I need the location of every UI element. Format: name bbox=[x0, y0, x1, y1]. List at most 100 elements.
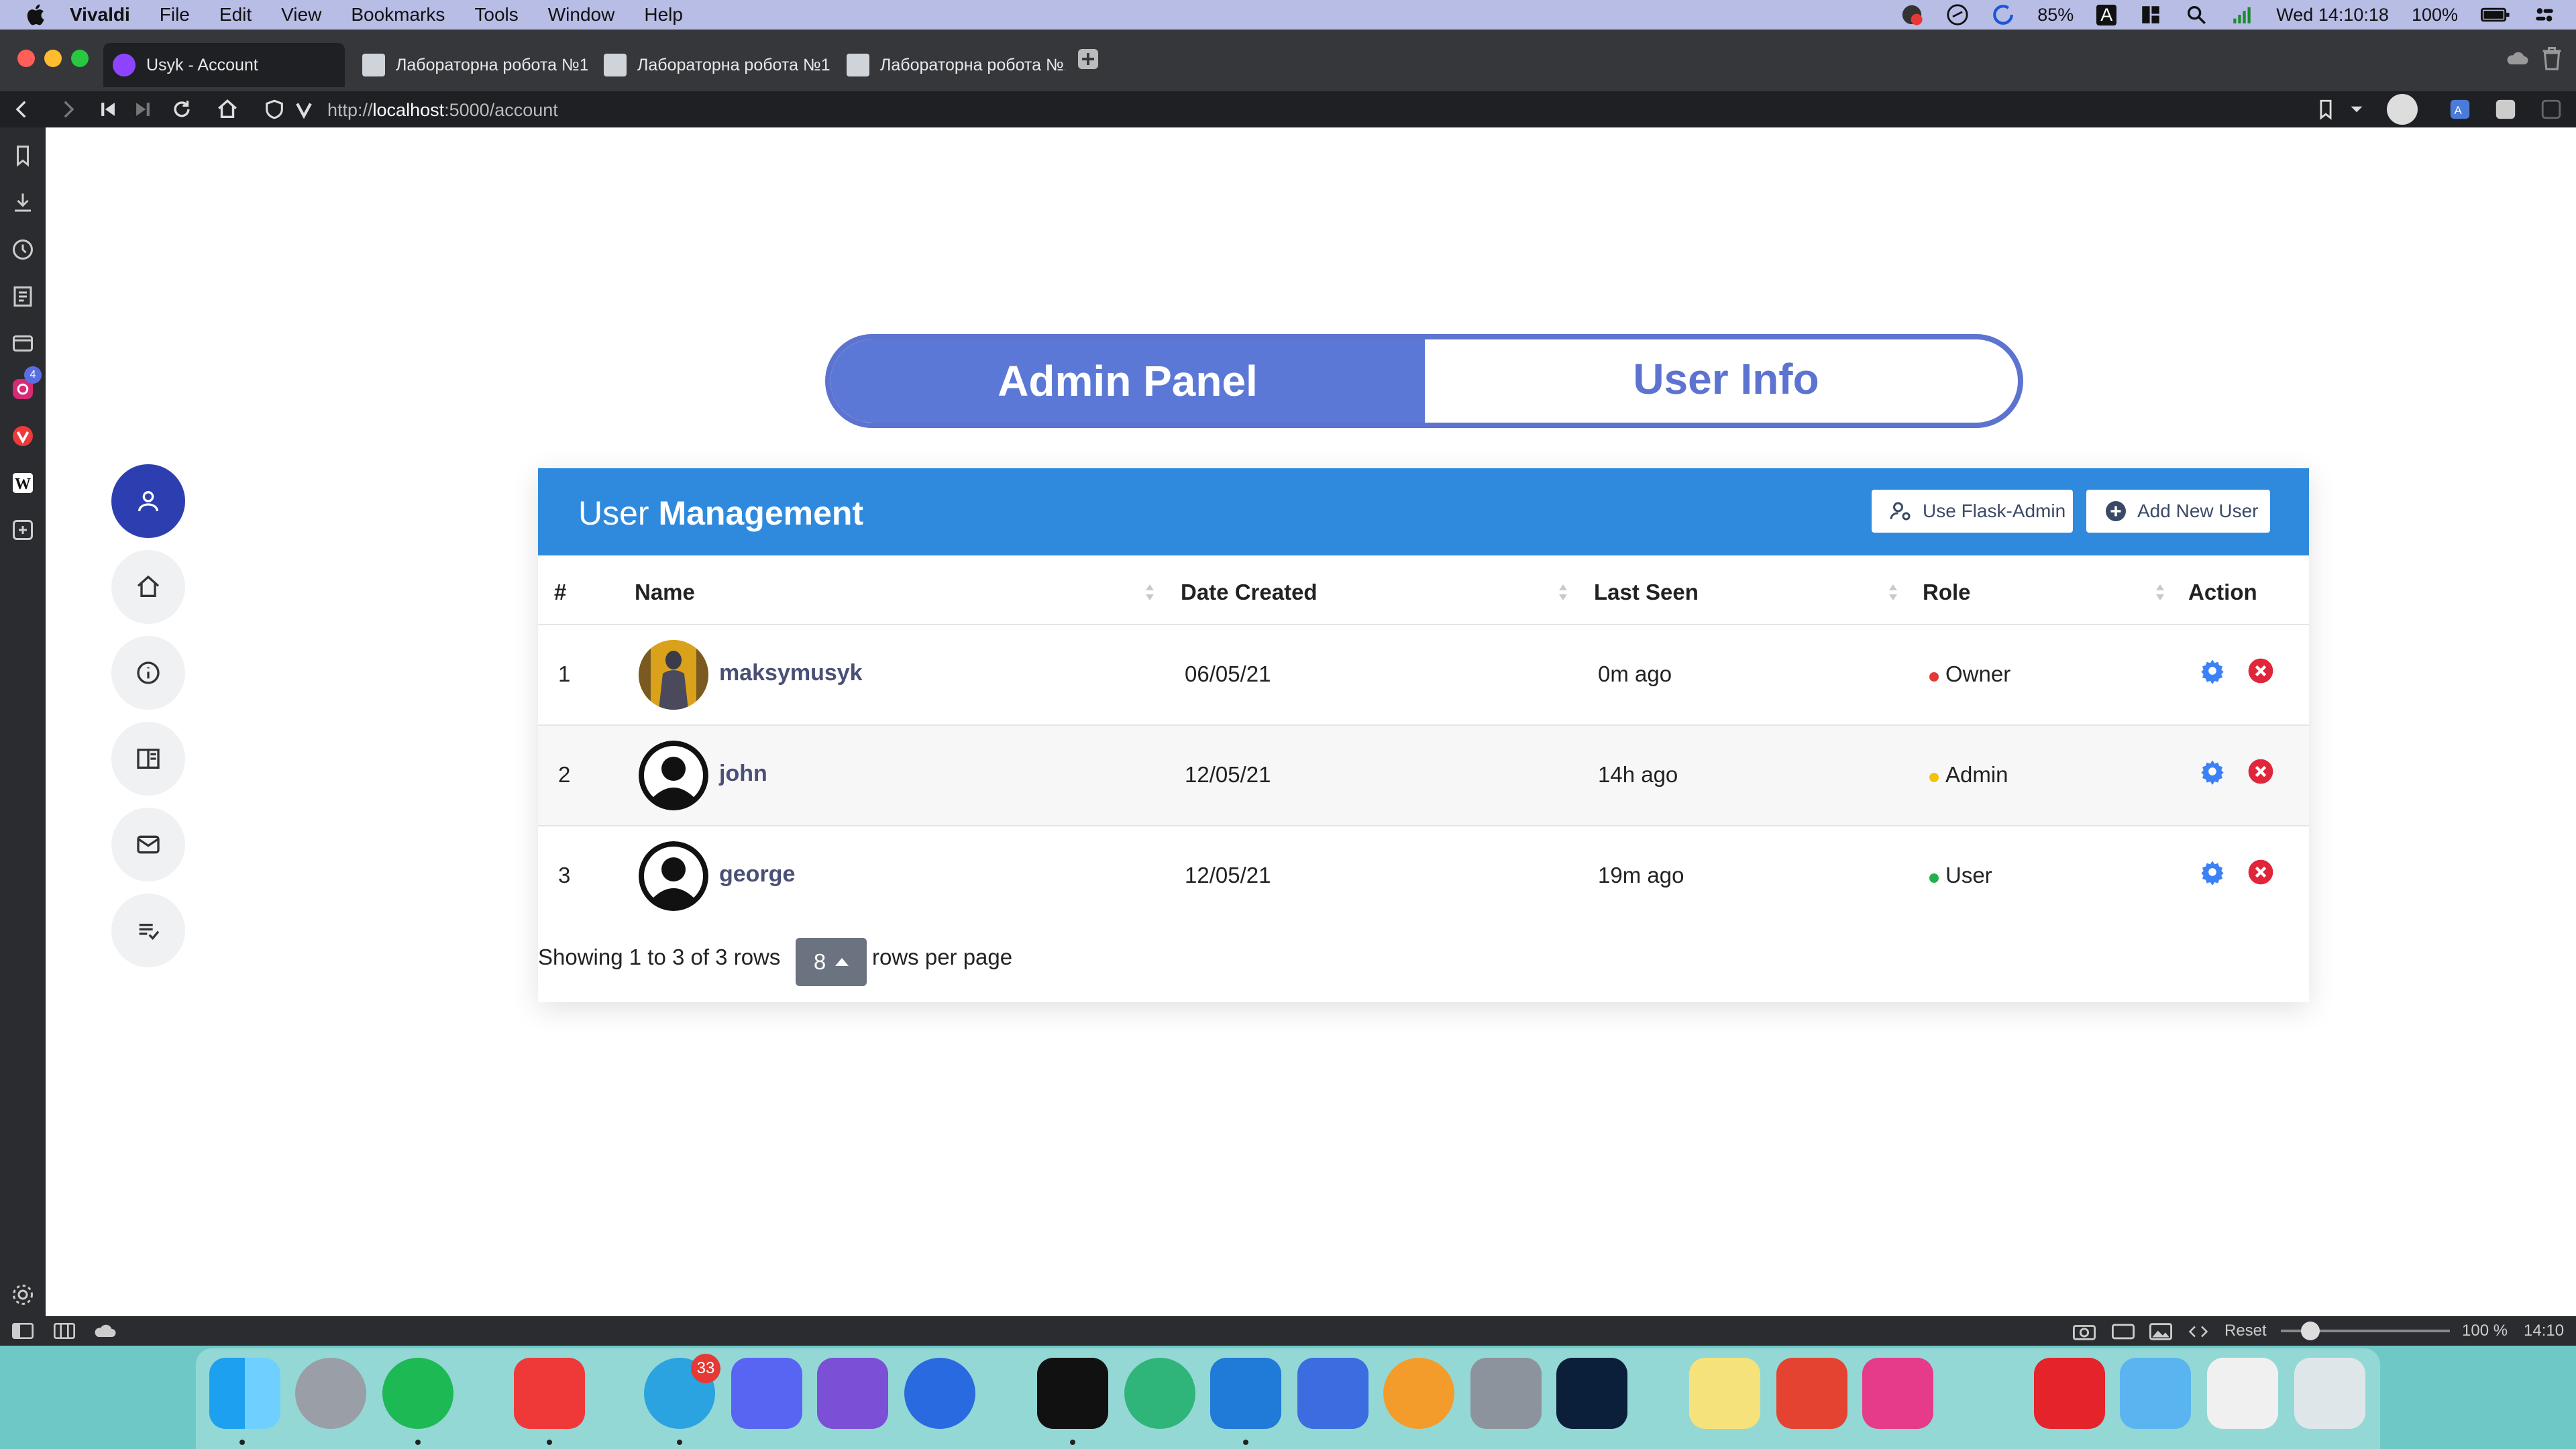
window-minimize-button[interactable] bbox=[44, 50, 62, 67]
nav-home-button[interactable] bbox=[111, 550, 185, 624]
history-panel-icon[interactable] bbox=[11, 237, 35, 262]
menu-app-name[interactable]: Vivaldi bbox=[70, 4, 130, 25]
user-avatar[interactable] bbox=[639, 741, 708, 810]
settings-gear-icon[interactable] bbox=[2199, 758, 2226, 785]
nav-about-button[interactable] bbox=[111, 636, 185, 710]
sort-icon[interactable] bbox=[1558, 582, 1568, 602]
user-name-link[interactable]: john bbox=[719, 761, 767, 787]
downloads-panel-icon[interactable] bbox=[11, 191, 35, 215]
xcode-dock-icon[interactable] bbox=[1297, 1358, 1368, 1429]
finder-dock-icon[interactable] bbox=[209, 1358, 280, 1429]
photoshop-dock-icon[interactable] bbox=[1556, 1358, 1627, 1429]
user-info-tab[interactable]: User Info bbox=[1434, 339, 2018, 419]
bookmark-icon[interactable] bbox=[2314, 98, 2337, 121]
spotlight-search-icon[interactable] bbox=[2185, 3, 2208, 26]
zoom-reset-button[interactable]: Reset bbox=[2224, 1322, 2267, 1340]
nav-tasks-button[interactable] bbox=[111, 894, 185, 967]
tab-lab-2[interactable]: Лабораторна робота №1 bbox=[594, 43, 830, 87]
viber-dock-icon[interactable] bbox=[817, 1358, 888, 1429]
creative-cloud-folder-dock-icon[interactable] bbox=[2034, 1358, 2105, 1429]
window-close-button[interactable] bbox=[17, 50, 35, 67]
user-name-link[interactable]: maksymusyk bbox=[719, 660, 863, 686]
sort-icon[interactable] bbox=[1888, 582, 1898, 602]
panel-toggle-icon[interactable] bbox=[12, 1323, 34, 1339]
fast-forward-icon[interactable] bbox=[131, 98, 154, 121]
wikipedia-panel-icon[interactable]: W bbox=[11, 471, 35, 495]
reader-view-icon[interactable] bbox=[2540, 98, 2563, 121]
terminal-dock-icon[interactable] bbox=[1037, 1358, 1108, 1429]
home-icon[interactable] bbox=[216, 98, 239, 121]
creative-cloud-icon[interactable] bbox=[1946, 3, 1969, 26]
rewind-icon[interactable] bbox=[97, 98, 119, 121]
control-center-icon[interactable] bbox=[2533, 3, 2556, 26]
header-name[interactable]: Name bbox=[635, 555, 695, 629]
header-last-seen[interactable]: Last Seen bbox=[1594, 555, 1699, 629]
user-avatar[interactable] bbox=[639, 640, 708, 710]
delete-user-icon[interactable] bbox=[2247, 657, 2274, 684]
discord-dock-icon[interactable] bbox=[731, 1358, 802, 1429]
forward-icon[interactable] bbox=[56, 98, 79, 121]
window-zoom-button[interactable] bbox=[71, 50, 89, 67]
folder-dock-icon[interactable] bbox=[2120, 1358, 2191, 1429]
zoom-slider-handle[interactable] bbox=[2301, 1322, 2320, 1340]
battery-icon[interactable] bbox=[2481, 3, 2510, 26]
spark-mail-dock-icon[interactable] bbox=[904, 1358, 975, 1429]
image-toggle-icon[interactable] bbox=[2149, 1323, 2172, 1340]
menu-view[interactable]: View bbox=[281, 4, 321, 25]
atom-dock-icon[interactable] bbox=[1124, 1358, 1195, 1429]
cpu-usage-icon[interactable] bbox=[1992, 3, 2015, 26]
menu-help[interactable]: Help bbox=[644, 4, 683, 25]
profile-avatar[interactable] bbox=[2387, 94, 2418, 125]
database-dock-icon[interactable] bbox=[1470, 1358, 1542, 1429]
dropdown-chevron-icon[interactable] bbox=[2345, 98, 2368, 121]
menubar-clock[interactable]: Wed 14:10:18 bbox=[2276, 5, 2389, 25]
rows-per-page-select[interactable]: 8 bbox=[796, 938, 867, 986]
todoist-dock-icon[interactable] bbox=[1776, 1358, 1847, 1429]
signal-strength-icon[interactable] bbox=[2231, 3, 2253, 26]
sync-cloud-icon[interactable] bbox=[2505, 48, 2529, 68]
transmit-dock-icon[interactable] bbox=[1383, 1358, 1454, 1429]
menu-file[interactable]: File bbox=[160, 4, 190, 25]
add-new-user-button[interactable]: Add New User bbox=[2086, 490, 2270, 533]
vivaldi-dock-icon[interactable] bbox=[514, 1358, 585, 1429]
settings-gear-icon[interactable] bbox=[2199, 859, 2226, 885]
vivaldi-panel-icon[interactable] bbox=[11, 424, 35, 448]
launchpad-dock-icon[interactable] bbox=[295, 1358, 366, 1429]
settings-gear-icon[interactable] bbox=[11, 1283, 35, 1307]
cleanmymac-dock-icon[interactable] bbox=[1862, 1358, 1933, 1429]
add-panel-icon[interactable] bbox=[11, 518, 35, 542]
nav-book-button[interactable] bbox=[111, 722, 185, 796]
delete-user-icon[interactable] bbox=[2247, 859, 2274, 885]
apple-logo-icon[interactable] bbox=[23, 1, 50, 28]
reload-icon[interactable] bbox=[170, 98, 193, 121]
notification-app-icon[interactable] bbox=[1900, 3, 1923, 26]
input-source-indicator[interactable]: A bbox=[2096, 4, 2117, 25]
translate-icon[interactable]: A bbox=[2449, 98, 2471, 121]
notes-panel-icon[interactable] bbox=[11, 284, 35, 309]
menu-bookmarks[interactable]: Bookmarks bbox=[351, 4, 445, 25]
delete-user-icon[interactable] bbox=[2247, 758, 2274, 785]
vivaldi-menu-icon[interactable] bbox=[292, 98, 315, 121]
window-icon[interactable] bbox=[2112, 1323, 2135, 1340]
tab-account[interactable]: Usyk - Account bbox=[103, 43, 345, 87]
user-name-link[interactable]: george bbox=[719, 861, 795, 888]
window-panel-icon[interactable] bbox=[11, 331, 35, 356]
user-avatar[interactable] bbox=[639, 841, 708, 911]
sort-icon[interactable] bbox=[2155, 582, 2165, 602]
window-layout-icon[interactable] bbox=[2139, 3, 2162, 26]
header-date-created[interactable]: Date Created bbox=[1181, 555, 1318, 629]
zip-file-dock-icon[interactable] bbox=[2207, 1358, 2278, 1429]
admin-panel-tab[interactable]: Admin Panel bbox=[830, 339, 1425, 423]
header-role[interactable]: Role bbox=[1923, 555, 1971, 629]
spotify-dock-icon[interactable] bbox=[382, 1358, 453, 1429]
vscode-dock-icon[interactable] bbox=[1210, 1358, 1281, 1429]
sort-icon[interactable] bbox=[1144, 582, 1155, 602]
menu-window[interactable]: Window bbox=[548, 4, 615, 25]
nav-mail-button[interactable] bbox=[111, 808, 185, 881]
url-field[interactable]: http://localhost:5000/account bbox=[327, 100, 558, 121]
tab-lab-3[interactable]: Лабораторна робота №1 bbox=[837, 43, 1065, 87]
menu-tools[interactable]: Tools bbox=[474, 4, 518, 25]
new-tab-icon[interactable] bbox=[1076, 47, 1100, 71]
tab-tiling-icon[interactable] bbox=[54, 1323, 75, 1339]
page-actions-icon[interactable] bbox=[2188, 1323, 2208, 1340]
